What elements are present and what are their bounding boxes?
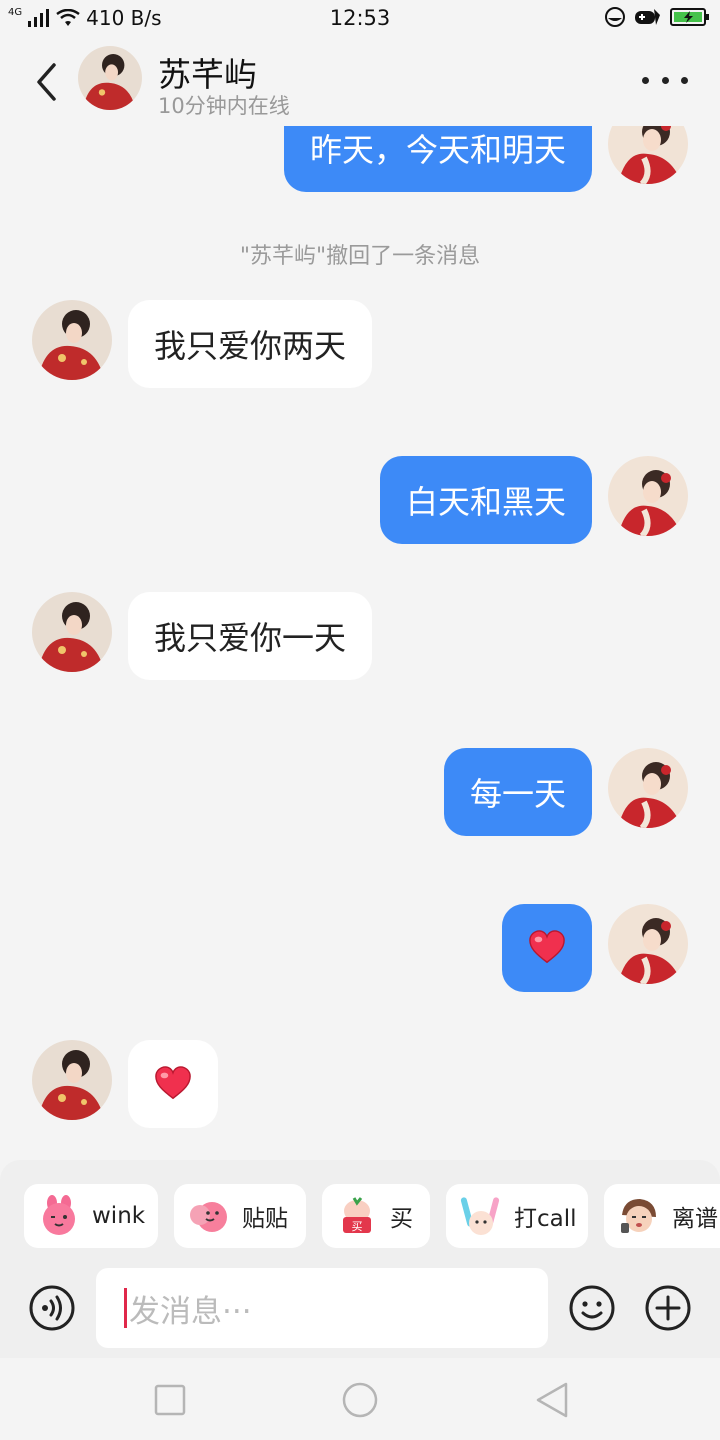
more-options-button[interactable] xyxy=(642,68,688,92)
outrageous-sticker-icon xyxy=(621,1199,656,1233)
input-panel: wink 贴贴 买 买 打call 离谱 发消息··· xyxy=(0,1160,720,1358)
online-status: 10分钟内在线 xyxy=(158,94,290,118)
my-avatar[interactable] xyxy=(608,748,688,828)
voice-icon xyxy=(29,1285,75,1331)
circle-icon xyxy=(342,1382,378,1418)
voice-input-button[interactable] xyxy=(28,1284,76,1332)
home-button[interactable] xyxy=(340,1380,380,1420)
heart-icon xyxy=(529,930,565,964)
sticker-label: 贴贴 xyxy=(242,1206,288,1232)
contact-avatar[interactable] xyxy=(32,1040,112,1120)
contact-name[interactable]: 苏芊屿 xyxy=(158,48,257,96)
chat-header: 苏芊屿 10分钟内在线 xyxy=(0,40,720,126)
heart-icon xyxy=(155,1066,191,1100)
contact-avatar[interactable] xyxy=(32,592,112,672)
sticker-chip-cheer[interactable]: 打call xyxy=(446,1184,588,1248)
buy-sticker-icon: 买 xyxy=(343,1197,371,1233)
input-placeholder: 发消息··· xyxy=(129,1293,252,1330)
add-attachment-button[interactable] xyxy=(644,1284,692,1332)
recents-button[interactable] xyxy=(150,1380,190,1420)
chat-screen: 昨天，今天和明天 "苏芊屿"撤回了一条消息 我只爱你两天 白天和黑天 我只爱你一… xyxy=(0,0,720,1440)
chevron-left-icon xyxy=(37,63,56,101)
game-mode-icon xyxy=(635,9,660,25)
sticker-label: 买 xyxy=(390,1206,413,1232)
incoming-emoji-bubble[interactable] xyxy=(128,1040,218,1128)
my-avatar[interactable] xyxy=(608,904,688,984)
data-saver-icon xyxy=(605,7,625,27)
sticker-chip-buy[interactable]: 买 买 xyxy=(322,1184,430,1248)
recall-notice: "苏芊屿"撤回了一条消息 xyxy=(239,244,481,269)
sticker-label: 离谱 xyxy=(672,1206,718,1232)
incoming-message-bubble[interactable]: 我只爱你一天 xyxy=(128,592,373,680)
plus-circle-icon xyxy=(645,1285,691,1331)
system-back-button[interactable] xyxy=(532,1380,572,1420)
back-button[interactable] xyxy=(28,58,64,106)
sticker-chip-wink[interactable]: wink xyxy=(24,1184,158,1248)
square-icon xyxy=(154,1384,186,1416)
message-input[interactable]: 发消息··· xyxy=(96,1268,548,1348)
system-nav-bar xyxy=(0,1358,720,1440)
sticker-label: 打call xyxy=(514,1206,577,1232)
outgoing-message-bubble[interactable]: 白天和黑天 xyxy=(379,456,592,544)
sticker-chip-hug[interactable]: 贴贴 xyxy=(174,1184,306,1248)
text-caret xyxy=(124,1288,127,1328)
incoming-message-bubble[interactable]: 我只爱你两天 xyxy=(128,300,373,388)
cheer-sticker-icon xyxy=(460,1197,500,1235)
quick-sticker-bar[interactable]: wink 贴贴 买 买 打call 离谱 xyxy=(0,1184,720,1248)
outgoing-emoji-bubble[interactable] xyxy=(502,904,592,992)
my-avatar[interactable] xyxy=(608,456,688,536)
smiley-icon xyxy=(569,1285,615,1331)
sticker-chip-outrageous[interactable]: 离谱 xyxy=(604,1184,720,1248)
hug-sticker-icon xyxy=(190,1202,227,1232)
message-list[interactable]: 昨天，今天和明天 "苏芊屿"撤回了一条消息 我只爱你两天 白天和黑天 我只爱你一… xyxy=(0,0,720,1160)
status-bar: 4G 410 B/s 12:53 xyxy=(0,0,720,40)
contact-avatar[interactable] xyxy=(32,300,112,380)
svg-text:买: 买 xyxy=(352,1220,363,1233)
sticker-label: wink xyxy=(92,1203,146,1229)
header-avatar[interactable] xyxy=(78,46,142,110)
emoji-button[interactable] xyxy=(568,1284,616,1332)
more-dot-icon xyxy=(661,76,669,84)
triangle-back-icon xyxy=(536,1382,568,1418)
outgoing-message-bubble[interactable]: 每一天 xyxy=(443,748,592,836)
more-dot-icon xyxy=(681,76,688,84)
wink-sticker-icon xyxy=(43,1195,75,1235)
more-dot-icon xyxy=(642,76,649,84)
battery-icon xyxy=(670,8,709,26)
